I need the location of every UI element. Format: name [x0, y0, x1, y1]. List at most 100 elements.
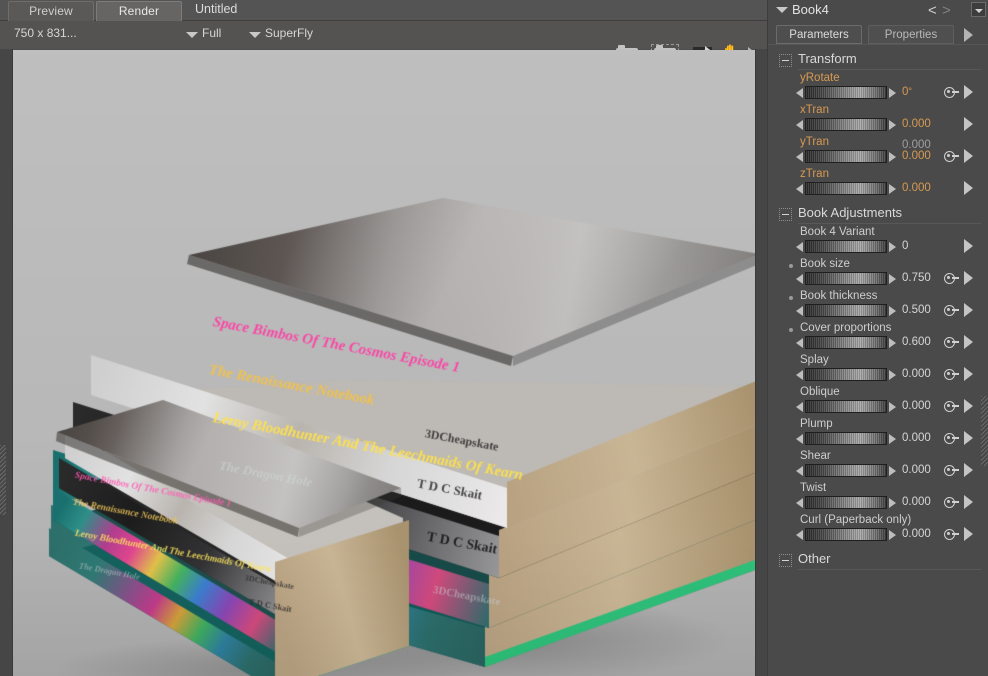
slider-track[interactable]: [805, 400, 887, 413]
slider-decrement-icon[interactable]: [796, 498, 803, 508]
previous-actor-button[interactable]: <: [928, 2, 937, 19]
tab-properties[interactable]: Properties: [868, 25, 954, 44]
slider-decrement-icon[interactable]: [796, 402, 803, 412]
animate-key-icon[interactable]: [944, 528, 960, 540]
slider-decrement-icon[interactable]: [796, 88, 803, 98]
param-value[interactable]: 0.000: [902, 182, 931, 194]
param-value[interactable]: 0.000: [902, 368, 931, 380]
slider-increment-icon[interactable]: [889, 434, 896, 444]
param-value[interactable]: 0.000: [902, 496, 931, 508]
slider-increment-icon[interactable]: [889, 152, 896, 162]
param-slider[interactable]: [796, 335, 898, 351]
slider-track[interactable]: [805, 272, 887, 285]
param-slider[interactable]: [796, 399, 898, 415]
param-slider[interactable]: [796, 271, 898, 287]
param-slider[interactable]: [796, 117, 898, 133]
param-slider[interactable]: [796, 527, 898, 543]
param-expand-arrow-icon[interactable]: [964, 495, 973, 509]
param-value[interactable]: 0.000: [902, 432, 931, 444]
animate-key-icon[interactable]: [944, 336, 960, 348]
parameters-scroll-area[interactable]: Transform yRotate 0° xTran 0.000 yTran 0.000 0.…: [768, 46, 988, 676]
param-expand-arrow-icon[interactable]: [964, 399, 973, 413]
animate-key-icon[interactable]: [944, 150, 960, 162]
slider-increment-icon[interactable]: [889, 242, 896, 252]
param-expand-arrow-icon[interactable]: [964, 85, 973, 99]
slider-track[interactable]: [805, 336, 887, 349]
param-value[interactable]: 0.500: [902, 304, 931, 316]
left-panel-grip[interactable]: [0, 445, 6, 515]
collapse-toggle-icon[interactable]: [779, 54, 792, 67]
render-viewport[interactable]: [13, 50, 755, 676]
slider-increment-icon[interactable]: [889, 306, 896, 316]
param-expand-arrow-icon[interactable]: [964, 303, 973, 317]
param-value[interactable]: 0°: [902, 86, 912, 98]
param-value[interactable]: 0.600: [902, 336, 931, 348]
animate-key-icon[interactable]: [944, 86, 960, 98]
slider-decrement-icon[interactable]: [796, 274, 803, 284]
engine-dropdown[interactable]: SuperFly: [249, 26, 313, 40]
slider-increment-icon[interactable]: [889, 466, 896, 476]
slider-increment-icon[interactable]: [889, 120, 896, 130]
slider-increment-icon[interactable]: [889, 402, 896, 412]
slider-increment-icon[interactable]: [889, 530, 896, 540]
slider-decrement-icon[interactable]: [796, 184, 803, 194]
slider-track[interactable]: [805, 240, 887, 253]
param-expand-arrow-icon[interactable]: [964, 463, 973, 477]
slider-track[interactable]: [805, 496, 887, 509]
animate-key-icon[interactable]: [944, 496, 960, 508]
slider-increment-icon[interactable]: [889, 184, 896, 194]
slider-decrement-icon[interactable]: [796, 152, 803, 162]
tab-overflow-arrow-icon[interactable]: [964, 28, 973, 42]
chevron-down-icon[interactable]: [776, 7, 788, 13]
slider-decrement-icon[interactable]: [796, 370, 803, 380]
collapse-toggle-icon[interactable]: [779, 208, 792, 221]
slider-track[interactable]: [805, 464, 887, 477]
animate-key-icon[interactable]: [944, 432, 960, 444]
slider-increment-icon[interactable]: [889, 274, 896, 284]
slider-decrement-icon[interactable]: [796, 306, 803, 316]
collapse-toggle-icon[interactable]: [779, 554, 792, 567]
tab-render[interactable]: Render: [96, 1, 182, 22]
param-value[interactable]: 0: [902, 240, 908, 252]
param-slider[interactable]: [796, 149, 898, 165]
param-slider[interactable]: [796, 495, 898, 511]
resolution-dropdown[interactable]: 750 x 831...: [14, 26, 77, 40]
param-value[interactable]: 0.000: [902, 150, 931, 162]
param-group-header[interactable]: Book Adjustments: [768, 204, 988, 226]
param-expand-arrow-icon[interactable]: [964, 117, 973, 131]
slider-track[interactable]: [805, 368, 887, 381]
param-slider[interactable]: [796, 303, 898, 319]
animate-key-icon[interactable]: [944, 272, 960, 284]
tab-parameters[interactable]: Parameters: [776, 25, 862, 44]
panel-menu-button[interactable]: [971, 2, 986, 17]
slider-track[interactable]: [805, 528, 887, 541]
animate-key-icon[interactable]: [944, 464, 960, 476]
param-expand-arrow-icon[interactable]: [964, 431, 973, 445]
param-slider[interactable]: [796, 463, 898, 479]
slider-decrement-icon[interactable]: [796, 466, 803, 476]
param-value[interactable]: 0.750: [902, 272, 931, 284]
param-slider[interactable]: [796, 181, 898, 197]
slider-increment-icon[interactable]: [889, 370, 896, 380]
tab-preview[interactable]: Preview: [8, 1, 94, 21]
slider-decrement-icon[interactable]: [796, 120, 803, 130]
param-value[interactable]: 0.000: [902, 400, 931, 412]
slider-decrement-icon[interactable]: [796, 530, 803, 540]
param-expand-arrow-icon[interactable]: [964, 335, 973, 349]
slider-increment-icon[interactable]: [889, 88, 896, 98]
slider-decrement-icon[interactable]: [796, 338, 803, 348]
slider-decrement-icon[interactable]: [796, 434, 803, 444]
param-value[interactable]: 0.000: [902, 464, 931, 476]
param-group-header[interactable]: Transform: [768, 50, 988, 72]
slider-track[interactable]: [805, 304, 887, 317]
param-slider[interactable]: [796, 431, 898, 447]
panel-resize-grip[interactable]: [981, 396, 988, 466]
param-expand-arrow-icon[interactable]: [964, 239, 973, 253]
param-expand-arrow-icon[interactable]: [964, 149, 973, 163]
animate-key-icon[interactable]: [944, 368, 960, 380]
param-expand-arrow-icon[interactable]: [964, 527, 973, 541]
animate-key-icon[interactable]: [944, 400, 960, 412]
param-expand-arrow-icon[interactable]: [964, 367, 973, 381]
slider-increment-icon[interactable]: [889, 498, 896, 508]
slider-track[interactable]: [805, 432, 887, 445]
